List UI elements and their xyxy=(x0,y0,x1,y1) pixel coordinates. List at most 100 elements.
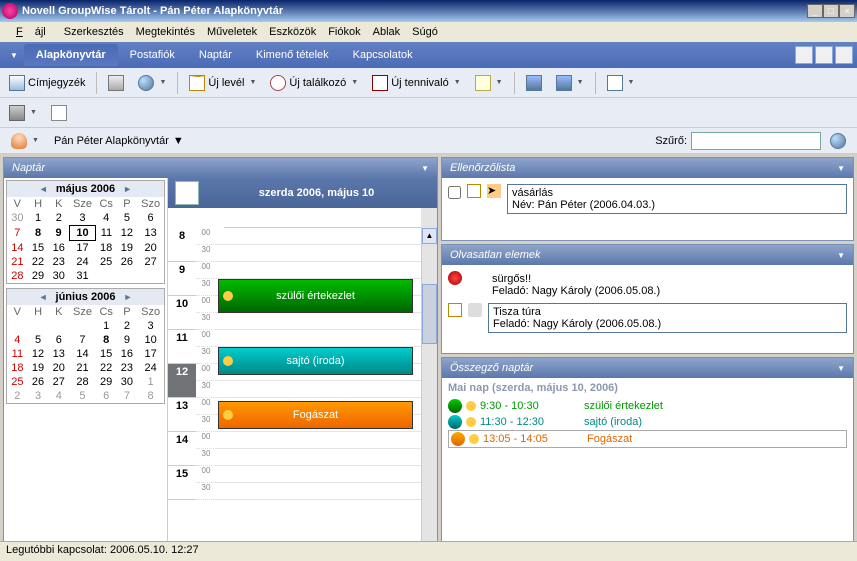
day-grid[interactable]: 89101112131415 0030003000300030003000300… xyxy=(168,228,437,544)
tab-sent[interactable]: Kimenő tételek xyxy=(244,44,341,66)
menu-file[interactable]: Fájl xyxy=(4,24,58,40)
reminder-icon xyxy=(223,410,233,420)
user-button[interactable]: ▼ xyxy=(6,130,44,152)
reminder-icon xyxy=(469,434,479,444)
next-month-icon[interactable]: ► xyxy=(123,184,132,194)
title-bar: Novell GroupWise Tárolt - Pán Péter Alap… xyxy=(0,0,857,22)
separator xyxy=(96,72,97,94)
filter-input[interactable] xyxy=(691,132,821,150)
summary-label: sajtó (iroda) xyxy=(584,416,847,428)
main-toolbar: Címjegyzék ▼ Új levél▼ Új találkozó▼ Új … xyxy=(0,68,857,98)
appointment-3-label: Fogászat xyxy=(293,409,338,421)
menu-edit[interactable]: Szerkesztés xyxy=(58,24,130,40)
menu-accounts[interactable]: Fiókok xyxy=(322,24,366,40)
tab-mailbox[interactable]: Postafiók xyxy=(118,44,187,66)
trash-icon xyxy=(9,105,25,121)
unread-header: Olvasatlan elemek ▼ xyxy=(442,245,853,265)
mail-icon xyxy=(189,75,205,91)
panel-menu-icon[interactable]: ▼ xyxy=(837,164,845,173)
appointment-2[interactable]: sajtó (iroda) xyxy=(218,347,413,375)
tab-contacts[interactable]: Kapcsolatok xyxy=(341,44,425,66)
location-path-button[interactable]: Pán Péter Alapkönyvtár▼ xyxy=(50,135,184,147)
menu-view[interactable]: Megtekintés xyxy=(130,24,201,40)
location-path: Pán Péter Alapkönyvtár xyxy=(54,135,169,147)
summary-label: szülői értekezlet xyxy=(584,400,847,412)
panel-layout-icon-2[interactable] xyxy=(815,46,833,64)
summary-row[interactable]: 13:05 - 14:05 Fogászat xyxy=(448,430,847,448)
appointment-3[interactable]: Fogászat xyxy=(218,401,413,429)
nav-chevron-icon[interactable]: ▼ xyxy=(4,51,24,60)
addressbook-label: Címjegyzék xyxy=(28,77,85,89)
view-icon xyxy=(526,75,542,91)
separator xyxy=(514,72,515,94)
checklist-item-title: vásárlás xyxy=(512,187,842,199)
reminder-icon xyxy=(223,291,233,301)
status-bar: Legutóbbi kapcsolat: 2006.05.10. 12:27 xyxy=(0,541,857,561)
panel-menu-icon[interactable]: ▼ xyxy=(837,251,845,260)
trash-button[interactable]: ▼ xyxy=(4,102,42,124)
month2-grid[interactable]: VHKSzeCsPSzo1234567891011121314151617181… xyxy=(7,305,164,403)
tab-calendar[interactable]: Naptár xyxy=(187,44,244,66)
panel-menu-icon[interactable]: ▼ xyxy=(421,164,429,173)
all-day-row[interactable] xyxy=(224,208,421,228)
new-note-button[interactable]: ▼ xyxy=(470,72,508,94)
new-task-button[interactable]: Új tennivaló▼ xyxy=(367,72,465,94)
clock-icon xyxy=(270,75,286,91)
calendar-panel-title: Naptár xyxy=(12,162,45,174)
prev-month-icon[interactable]: ◄ xyxy=(39,184,48,194)
day-header-text: szerda 2006, május 10 xyxy=(199,187,434,199)
new-mail-label: Új levél xyxy=(208,77,244,89)
day-scrollbar[interactable]: ▲ xyxy=(421,228,437,544)
new-mail-button[interactable]: Új levél▼ xyxy=(184,72,261,94)
view-button-2[interactable]: ▼ xyxy=(551,72,589,94)
mail-icon xyxy=(448,303,462,317)
view-button-1[interactable] xyxy=(521,72,547,94)
summary-row[interactable]: 9:30 - 10:30 szülői értekezlet xyxy=(448,398,847,414)
maximize-button[interactable]: □ xyxy=(823,4,839,18)
addressbook-button[interactable]: Címjegyzék xyxy=(4,72,90,94)
summary-panel: Összegző naptár ▼ Mai nap (szerda, május… xyxy=(441,357,854,545)
filter-label: Szűrő: xyxy=(655,135,687,147)
doc-icon xyxy=(51,105,67,121)
close-button[interactable]: × xyxy=(839,4,855,18)
print-button[interactable] xyxy=(103,72,129,94)
menu-window[interactable]: Ablak xyxy=(367,24,407,40)
task-icon xyxy=(372,75,388,91)
status-text: Legutóbbi kapcsolat: 2006.05.10. 12:27 xyxy=(6,544,199,556)
menu-actions[interactable]: Műveletek xyxy=(201,24,263,40)
menu-tools[interactable]: Eszközök xyxy=(263,24,322,40)
user-icon xyxy=(11,133,27,149)
next-month-icon[interactable]: ► xyxy=(123,292,132,302)
unread-item[interactable]: sürgős!! Feladó: Nagy Károly (2006.05.08… xyxy=(446,269,849,301)
appointment-1[interactable]: szülői értekezlet xyxy=(218,279,413,313)
month1-grid[interactable]: VHKSzeCsPSzo3012345678910111213141516171… xyxy=(7,197,164,283)
new-meeting-button[interactable]: Új találkozó▼ xyxy=(265,72,363,94)
doc-button[interactable] xyxy=(46,102,72,124)
calendar-button[interactable]: ▼ xyxy=(602,72,640,94)
panel-layout-icon-3[interactable] xyxy=(835,46,853,64)
panel-layout-icon-1[interactable] xyxy=(795,46,813,64)
unread-item[interactable]: Tisza túra Feladó: Nagy Károly (2006.05.… xyxy=(446,301,849,335)
summary-label: Fogászat xyxy=(587,433,844,445)
minimize-button[interactable]: _ xyxy=(807,4,823,18)
checklist-checkbox[interactable] xyxy=(448,186,461,199)
print-icon xyxy=(108,75,124,91)
window-title: Novell GroupWise Tárolt - Pán Péter Alap… xyxy=(22,5,807,17)
search-icon xyxy=(138,75,154,91)
appointment-1-label: szülői értekezlet xyxy=(276,290,355,302)
checklist-item[interactable]: ➤ vásárlás Név: Pán Péter (2006.04.03.) xyxy=(446,182,849,216)
search-button[interactable]: ▼ xyxy=(133,72,171,94)
unread-item-sub: Feladó: Nagy Károly (2006.05.08.) xyxy=(493,318,842,330)
nav-tabs: ▼ Alapkönyvtár Postafiók Naptár Kimenő t… xyxy=(0,42,857,68)
summary-time: 9:30 - 10:30 xyxy=(480,400,580,412)
swap-view-button[interactable]: ⇅ xyxy=(175,181,199,205)
summary-row[interactable]: 11:30 - 12:30 sajtó (iroda) xyxy=(448,414,847,430)
menu-help[interactable]: Súgó xyxy=(406,24,444,40)
tab-home[interactable]: Alapkönyvtár xyxy=(24,44,118,66)
filter-apply-button[interactable] xyxy=(825,130,851,152)
location-bar: ▼ Pán Péter Alapkönyvtár▼ Szűrő: xyxy=(0,128,857,154)
prev-month-icon[interactable]: ◄ xyxy=(39,292,48,302)
clock-icon xyxy=(448,415,462,429)
app-icon xyxy=(2,3,18,19)
panel-menu-icon[interactable]: ▼ xyxy=(837,364,845,373)
